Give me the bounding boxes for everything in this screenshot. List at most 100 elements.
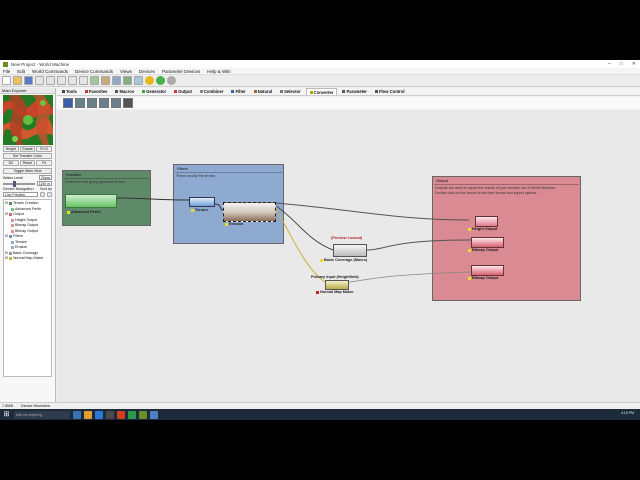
world-machine-task-icon[interactable]	[139, 410, 147, 419]
nav-button-b[interactable]	[47, 192, 52, 197]
windows-start-icon[interactable]: ⊞	[2, 410, 11, 419]
world-settings-icon[interactable]	[90, 76, 99, 85]
menu-world-commands[interactable]: World Commands	[32, 69, 68, 74]
erosion-node[interactable]	[223, 202, 276, 222]
menu-device-commands[interactable]: Device Commands	[75, 69, 113, 74]
wire-normal-bitmap2	[348, 271, 472, 283]
menu-devices[interactable]: Devices	[139, 69, 155, 74]
device-workview[interactable]: Creation Devices in this group generate …	[57, 110, 640, 402]
build-all-icon[interactable]	[156, 76, 165, 85]
converter-device-3-icon[interactable]	[87, 98, 97, 108]
primary-input-label: Primary Input (Heightfield)	[311, 275, 359, 279]
menu-edit[interactable]: Edit	[17, 69, 25, 74]
water-show-toggle[interactable]: Show	[39, 175, 52, 180]
tab-tools[interactable]: Tools	[59, 88, 80, 95]
tab-label: Converter	[313, 89, 334, 95]
device-navigation-label: Device Navigation	[3, 187, 34, 191]
tab-parameter[interactable]: Parameter	[339, 88, 370, 95]
maximize-icon[interactable]: □	[620, 61, 623, 67]
file-explorer-icon[interactable]	[84, 410, 92, 419]
tab-output[interactable]: Output	[171, 88, 195, 95]
fit-button[interactable]: Fit	[36, 160, 53, 166]
erosion-label: Erosion	[225, 222, 243, 226]
basic-coverage-node[interactable]	[333, 244, 367, 257]
reset-button[interactable]: Reset	[19, 160, 36, 166]
converter-device-4-icon[interactable]	[99, 98, 109, 108]
toggle-main-view-button[interactable]: Toggle Main View	[3, 168, 52, 174]
normal-map-maker-node[interactable]	[325, 280, 349, 290]
nav-button-a[interactable]	[40, 192, 45, 197]
app-icon-3[interactable]	[150, 410, 158, 419]
tree-item-label: Normal Map Maker	[12, 256, 44, 260]
converter-device-2-icon[interactable]	[75, 98, 85, 108]
water-level-input[interactable]: 1190 m	[36, 181, 52, 186]
save-icon[interactable]	[24, 76, 33, 85]
redo-icon[interactable]	[79, 76, 88, 85]
view-3d-icon[interactable]	[123, 76, 132, 85]
app-icon-2[interactable]	[128, 410, 136, 419]
bitmap-output-2-node[interactable]	[471, 265, 504, 276]
sort-select[interactable]: Live Preview	[3, 192, 38, 197]
expand-icon[interactable]: ⊟	[5, 201, 8, 207]
app-icon-1[interactable]	[117, 410, 125, 419]
store-icon[interactable]	[106, 410, 114, 419]
expand-icon[interactable]: ⊟	[5, 212, 8, 218]
menu-file[interactable]: File	[3, 69, 10, 74]
water-level-slider[interactable]	[3, 180, 35, 187]
menu-help[interactable]: Help & Wiki	[207, 69, 230, 74]
tab-combiner[interactable]: Combiner	[197, 88, 227, 95]
rgb-view-button[interactable]: R+G	[36, 146, 53, 152]
layout-icon[interactable]	[112, 76, 121, 85]
tab-filter[interactable]: Filter	[228, 88, 248, 95]
new-file-icon[interactable]	[2, 76, 11, 85]
tab-natural[interactable]: Natural	[251, 88, 275, 95]
task-view-icon[interactable]	[73, 410, 81, 419]
paste-icon[interactable]	[57, 76, 66, 85]
slider-handle[interactable]	[13, 180, 16, 187]
converter-device-5-icon[interactable]	[111, 98, 121, 108]
advanced-perlin-node[interactable]	[65, 194, 117, 208]
menu-views[interactable]: Views	[120, 69, 132, 74]
taskbar-search[interactable]: Ask me anything	[14, 410, 70, 419]
tab-generator[interactable]: Generator	[139, 88, 169, 95]
tab-flow-control[interactable]: Flow Control	[372, 88, 408, 95]
shade-view-button[interactable]: Shade	[19, 146, 36, 152]
preview-locked-label: (Preview Locked)	[331, 236, 363, 240]
terrace-node[interactable]	[189, 197, 215, 207]
stop-build-icon[interactable]	[167, 76, 176, 85]
tab-icon	[142, 90, 146, 93]
minimize-icon[interactable]: –	[608, 61, 611, 67]
explorer-icon[interactable]	[134, 76, 143, 85]
node-title: Height Output	[472, 227, 498, 231]
render-settings-icon[interactable]	[101, 76, 110, 85]
tree-item[interactable]: ⊟ Normal Map Maker	[5, 256, 50, 262]
undo-icon[interactable]	[68, 76, 77, 85]
close-icon[interactable]: ✕	[632, 61, 636, 67]
node-title: Bitmap Output	[472, 248, 499, 252]
node-title: Bitmap Output	[472, 276, 499, 280]
view-3d-button[interactable]: 3D	[3, 160, 19, 166]
tab-favorites[interactable]: Favorites	[82, 88, 111, 95]
bitmap-output-1-label: Bitmap Output	[468, 248, 498, 252]
terrain-preview[interactable]	[3, 95, 53, 145]
expand-icon[interactable]: ⊟	[5, 234, 8, 240]
expand-icon[interactable]: ⊟	[5, 256, 8, 262]
converter-device-1-icon[interactable]	[63, 98, 73, 108]
memory-status: 7.5MB	[2, 404, 13, 408]
clock[interactable]: 4:15 PM	[621, 411, 634, 415]
height-view-button[interactable]: Height	[3, 146, 19, 152]
bitmap-output-1-node[interactable]	[471, 237, 504, 248]
edge-icon[interactable]	[95, 410, 103, 419]
open-folder-icon[interactable]	[13, 76, 22, 85]
tab-converter[interactable]: Converter	[305, 88, 338, 95]
tab-macros[interactable]: Macros	[112, 88, 137, 95]
copy-icon[interactable]	[46, 76, 55, 85]
cut-icon[interactable]	[35, 76, 44, 85]
set-transfer-color-button[interactable]: Set Transfer Color	[3, 153, 52, 159]
view-mode-row: Height Shade R+G	[3, 146, 53, 152]
build-icon[interactable]	[145, 76, 154, 85]
menu-parameter-devices[interactable]: Parameter Devices	[162, 69, 200, 74]
converter-device-6-icon[interactable]	[123, 98, 133, 108]
height-output-node[interactable]	[475, 216, 498, 227]
tab-selector[interactable]: Selector	[277, 88, 304, 95]
